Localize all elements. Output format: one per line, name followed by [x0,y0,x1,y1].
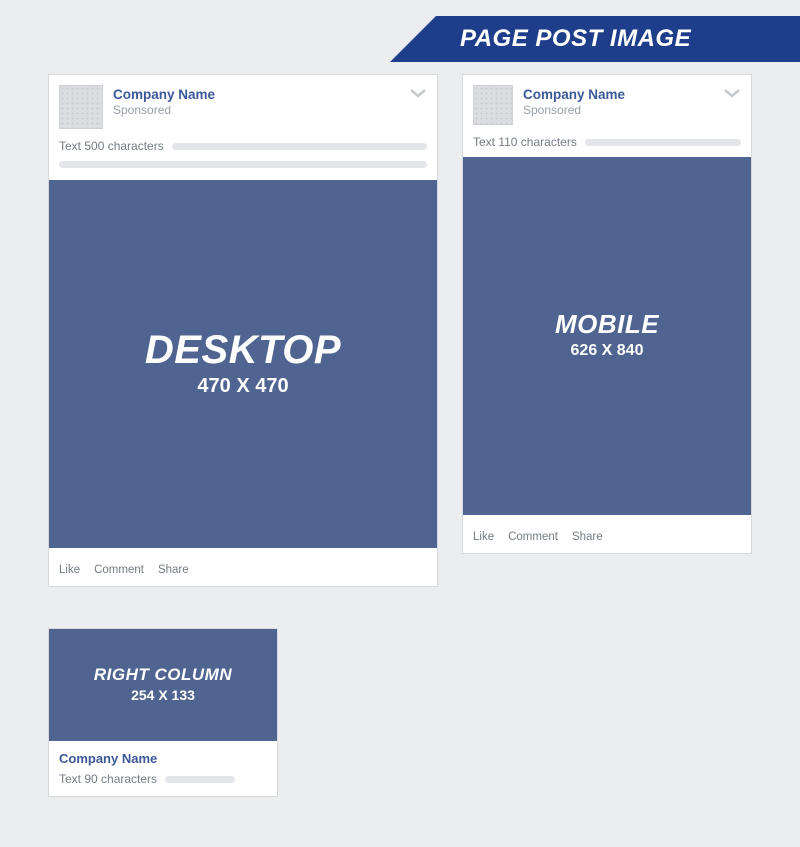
image-title: DESKTOP [145,330,341,370]
sponsored-label: Sponsored [113,103,215,117]
post-actions: Like Comment Share [473,529,741,543]
text-bar-icon [165,776,235,783]
text-bar-icon [172,143,427,150]
image-title: MOBILE [555,311,659,337]
text-char-line: Text 90 characters [59,772,267,786]
text-char-line: Text 110 characters [473,135,741,149]
avatar-placeholder [59,85,103,129]
text-char-label: Text 110 characters [473,135,577,149]
share-link[interactable]: Share [158,564,189,576]
text-char-label: Text 500 characters [59,139,164,153]
banner: PAGE POST IMAGE [390,16,800,62]
company-name[interactable]: Company Name [59,751,267,766]
company-name[interactable]: Company Name [113,87,215,103]
post-actions: Like Comment Share [59,562,427,576]
text-char-line: Text 500 characters [59,139,427,153]
post-header: Company Name Sponsored [59,85,427,129]
card-desktop: Company Name Sponsored Text 500 characte… [48,74,438,587]
share-link[interactable]: Share [572,531,603,543]
text-char-label: Text 90 characters [59,772,157,786]
comment-link[interactable]: Comment [508,531,558,543]
chevron-down-icon[interactable] [409,87,427,99]
like-link[interactable]: Like [59,564,80,576]
text-bar-icon [585,139,741,146]
cards-row: Company Name Sponsored Text 500 characte… [48,74,752,587]
image-dimensions: 626 X 840 [571,341,644,360]
banner-title: PAGE POST IMAGE [390,16,800,62]
company-name[interactable]: Company Name [523,87,625,103]
comment-link[interactable]: Comment [94,564,144,576]
post-header: Company Name Sponsored [473,85,741,125]
avatar-placeholder [473,85,513,125]
image-placeholder-mobile: MOBILE 626 X 840 [463,157,751,515]
text-bar-icon [59,161,427,168]
like-link[interactable]: Like [473,531,494,543]
sponsored-label: Sponsored [523,103,625,117]
image-title: RIGHT COLUMN [94,666,232,683]
card-mobile: Company Name Sponsored Text 110 characte… [462,74,752,554]
name-block: Company Name Sponsored [523,85,625,118]
image-dimensions: 470 X 470 [197,374,288,398]
name-block: Company Name Sponsored [113,85,215,118]
image-placeholder-desktop: DESKTOP 470 X 470 [49,180,437,548]
chevron-down-icon[interactable] [723,87,741,99]
image-dimensions: 254 X 133 [131,687,195,704]
image-placeholder-right: RIGHT COLUMN 254 X 133 [49,629,277,741]
card-right-column: RIGHT COLUMN 254 X 133 Company Name Text… [48,628,278,797]
